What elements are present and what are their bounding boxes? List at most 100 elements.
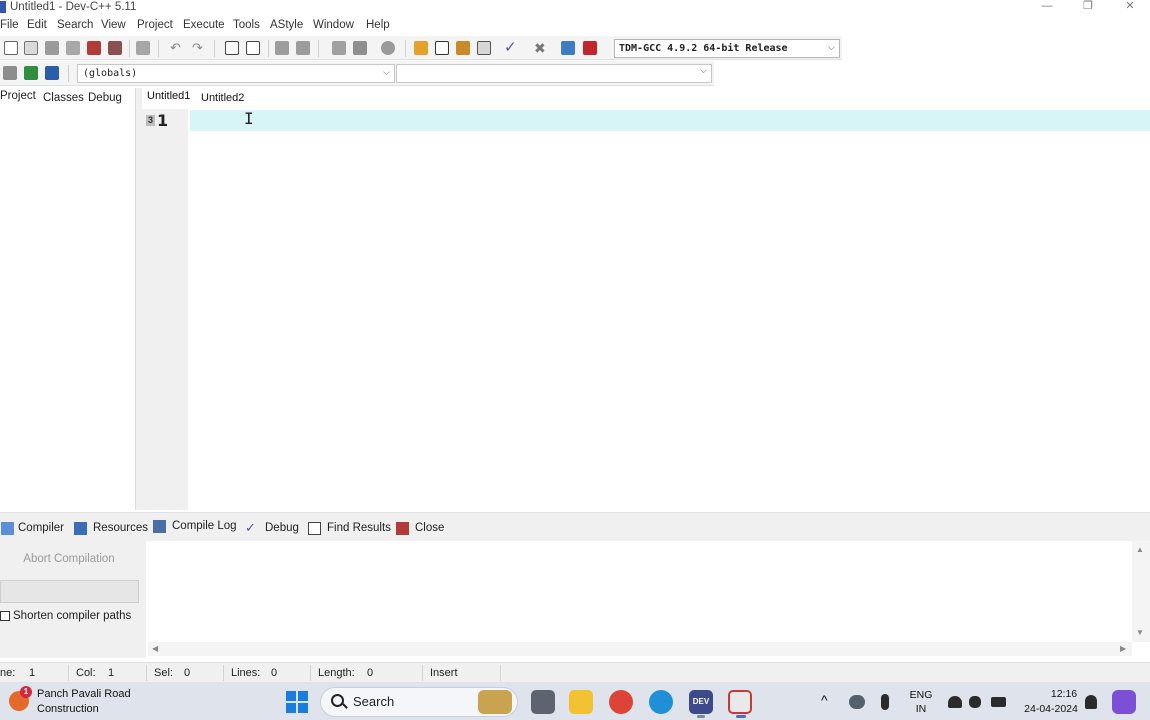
edge-icon[interactable] [649,690,673,714]
replace-icon[interactable] [246,41,260,55]
compile-progress-bar [0,580,139,603]
menu-help[interactable]: Help [366,19,390,31]
onedrive-icon[interactable] [849,695,865,709]
scroll-right-icon[interactable]: ▶ [1120,644,1126,653]
menu-file[interactable]: File [0,19,19,31]
file-explorer-icon[interactable] [569,690,593,714]
tab-resources[interactable]: Resources [93,522,148,534]
find-icon[interactable] [225,41,239,55]
tab-compile-log[interactable]: Compile Log [172,520,237,532]
weather-title[interactable]: Panch Pavali Road [37,688,131,700]
tab-untitled1[interactable]: Untitled1 [147,90,190,102]
globals-select[interactable]: (globals) ⌵ [77,64,395,83]
log-vertical-scrollbar[interactable]: ▲ ▼ [1132,541,1150,642]
function-select[interactable]: ⌵ [396,64,712,83]
copilot-icon[interactable] [1112,690,1136,714]
shorten-paths-checkbox[interactable] [0,611,10,621]
status-bar: ne: 1 Col: 1 Sel: 0 Lines: 0 Length: 0 I… [0,662,1150,682]
tab-find-results[interactable]: Find Results [327,522,391,534]
windows-start-icon[interactable] [286,691,308,713]
unindent-icon[interactable] [296,41,310,55]
menu-search[interactable]: Search [57,19,93,31]
language-bottom: IN [915,703,927,715]
compiler-select[interactable]: TDM-GCC 4.9.2 64-bit Release ⌵ [614,39,840,58]
menu-view[interactable]: View [101,19,126,31]
compile-log-output[interactable] [148,541,1132,642]
tab-compiler[interactable]: Compiler [18,522,64,534]
weather-badge: 1 [20,686,32,698]
goto-bookmark-icon[interactable] [45,66,59,80]
close-all-icon[interactable] [108,41,122,55]
delete-profile-icon[interactable] [583,41,597,55]
line-gutter [142,109,188,510]
tab-untitled2[interactable]: Untitled2 [201,92,244,104]
menu-bar: File Edit Search View Project Execute To… [0,17,1150,35]
globals-select-value: (globals) [83,68,138,79]
compile-run-icon[interactable] [456,41,470,55]
save-icon[interactable] [45,41,59,55]
insert-icon[interactable] [3,66,17,80]
compile-icon[interactable] [414,41,428,55]
undo-icon[interactable]: ↶ [170,41,184,55]
abort-compilation-button[interactable]: Abort Compilation [0,545,138,573]
language-top[interactable]: ENG [908,689,934,701]
rebuild-all-icon[interactable] [477,41,491,55]
find-results-icon [308,522,321,535]
stop-execution-icon[interactable]: ✖ [534,41,548,55]
restore-button[interactable]: ❐ [1068,0,1108,14]
save-all-icon[interactable] [66,41,80,55]
chevron-down-icon: ⌵ [383,68,390,78]
chrome-icon[interactable] [609,690,633,714]
close-window-button[interactable]: ✕ [1110,0,1150,14]
open-file-icon[interactable] [24,41,38,55]
tab-close[interactable]: Close [415,522,444,534]
scroll-left-icon[interactable]: ◀ [152,644,158,653]
status-line-value: 1 [29,667,36,679]
menu-tools[interactable]: Tools [233,19,260,31]
taskbar-time[interactable]: 12:16 [1046,688,1082,700]
goto-next-icon[interactable] [353,41,367,55]
run-icon[interactable] [435,41,449,55]
toggle-breakpoint-icon[interactable] [24,66,38,80]
menu-astyle[interactable]: AStyle [270,19,303,31]
menu-execute[interactable]: Execute [183,19,225,31]
indent-icon[interactable] [275,41,289,55]
resources-icon [74,522,87,535]
editor-tabs: Untitled1 Untitled2 [142,88,1150,109]
menu-window[interactable]: Window [313,19,354,31]
menu-edit[interactable]: Edit [27,19,47,31]
microphone-icon[interactable] [881,694,889,710]
redo-icon[interactable]: ↷ [192,41,206,55]
volume-icon[interactable] [969,696,981,708]
wifi-icon[interactable] [948,696,962,708]
tab-debug-output[interactable]: Debug [265,522,299,534]
scroll-down-icon[interactable]: ▼ [1136,628,1144,637]
toggle-bookmark-icon[interactable] [381,41,395,55]
show-hidden-icons-chevron-icon[interactable]: ^ [821,692,828,708]
chevron-down-icon: ⌵ [700,66,707,76]
scroll-up-icon[interactable]: ▲ [1136,545,1144,554]
battery-icon[interactable] [991,697,1006,707]
notification-bell-icon[interactable] [1085,695,1097,709]
tab-classes[interactable]: Classes [43,92,84,104]
menu-project[interactable]: Project [137,19,173,31]
devcpp-taskbar-icon[interactable]: DEV [689,690,713,714]
profile-icon[interactable] [561,41,575,55]
tab-project[interactable]: Project [0,90,36,102]
snipping-tool-icon[interactable] [728,690,752,714]
debug-check-icon: ✓ [245,520,256,535]
close-file-icon[interactable] [87,41,101,55]
tab-debug[interactable]: Debug [88,92,122,104]
log-horizontal-scrollbar[interactable]: ◀ ▶ [148,642,1132,656]
code-editor-line[interactable] [190,110,1150,131]
devcpp-app-icon [0,1,6,13]
print-icon[interactable] [136,41,150,55]
new-file-icon[interactable] [4,41,18,55]
status-sel-value: 0 [184,667,191,679]
minimize-button[interactable]: — [1027,0,1067,14]
syntax-check-icon[interactable]: ✓ [504,40,518,55]
fold-marker[interactable]: 3 [146,115,155,126]
task-view-icon[interactable] [531,690,555,714]
bottom-panel-tabs: Compiler Resources Compile Log ✓ Debug F… [0,512,1150,541]
goto-previous-icon[interactable] [332,41,346,55]
